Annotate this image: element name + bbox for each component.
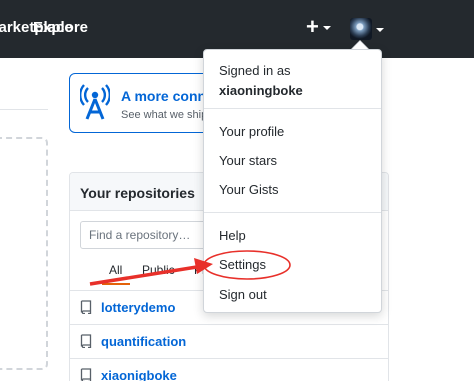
nav-explore-link[interactable]: Explore [33, 19, 88, 36]
menu-item-your-gists[interactable]: Your Gists [204, 177, 381, 203]
create-new-button[interactable]: + [306, 16, 331, 38]
caret-down-icon [322, 26, 331, 30]
menu-item-help[interactable]: Help [204, 223, 381, 249]
repo-link[interactable]: quantification [101, 334, 186, 349]
menu-item-your-stars[interactable]: Your stars [204, 148, 381, 174]
menu-item-settings[interactable]: Settings [204, 252, 381, 278]
plus-icon: + [306, 14, 319, 39]
menu-item-your-profile[interactable]: Your profile [204, 119, 381, 145]
repository-search-input[interactable] [80, 221, 220, 249]
avatar [350, 18, 372, 40]
menu-item-sign-out[interactable]: Sign out [204, 282, 381, 308]
left-divider [0, 109, 48, 110]
repo-link[interactable]: lotterydemo [101, 300, 175, 315]
empty-dashed-panel [0, 137, 48, 370]
signed-in-label: Signed in as [219, 63, 291, 78]
repo-icon [80, 368, 92, 381]
list-item: quantification [70, 325, 388, 359]
tab-all[interactable]: All [109, 263, 122, 277]
menu-divider [204, 108, 381, 109]
repo-icon [80, 300, 92, 314]
user-dropdown-menu: Signed in as xiaoningboke Your profile Y… [203, 49, 382, 313]
menu-divider [204, 212, 381, 213]
list-item: xiaonigboke [70, 359, 388, 381]
username: xiaoningboke [219, 83, 303, 98]
broadcast-icon [80, 84, 110, 120]
repo-link[interactable]: xiaonigboke [101, 368, 177, 381]
caret-down-icon [376, 28, 384, 32]
user-menu-toggle[interactable] [350, 18, 384, 40]
announcement-card[interactable]: A more connected GitHub See what we ship… [69, 73, 219, 133]
repo-icon [80, 334, 92, 348]
dropdown-caret [352, 41, 368, 49]
tab-public[interactable]: Public [142, 263, 175, 277]
active-tab-indicator [102, 283, 130, 285]
